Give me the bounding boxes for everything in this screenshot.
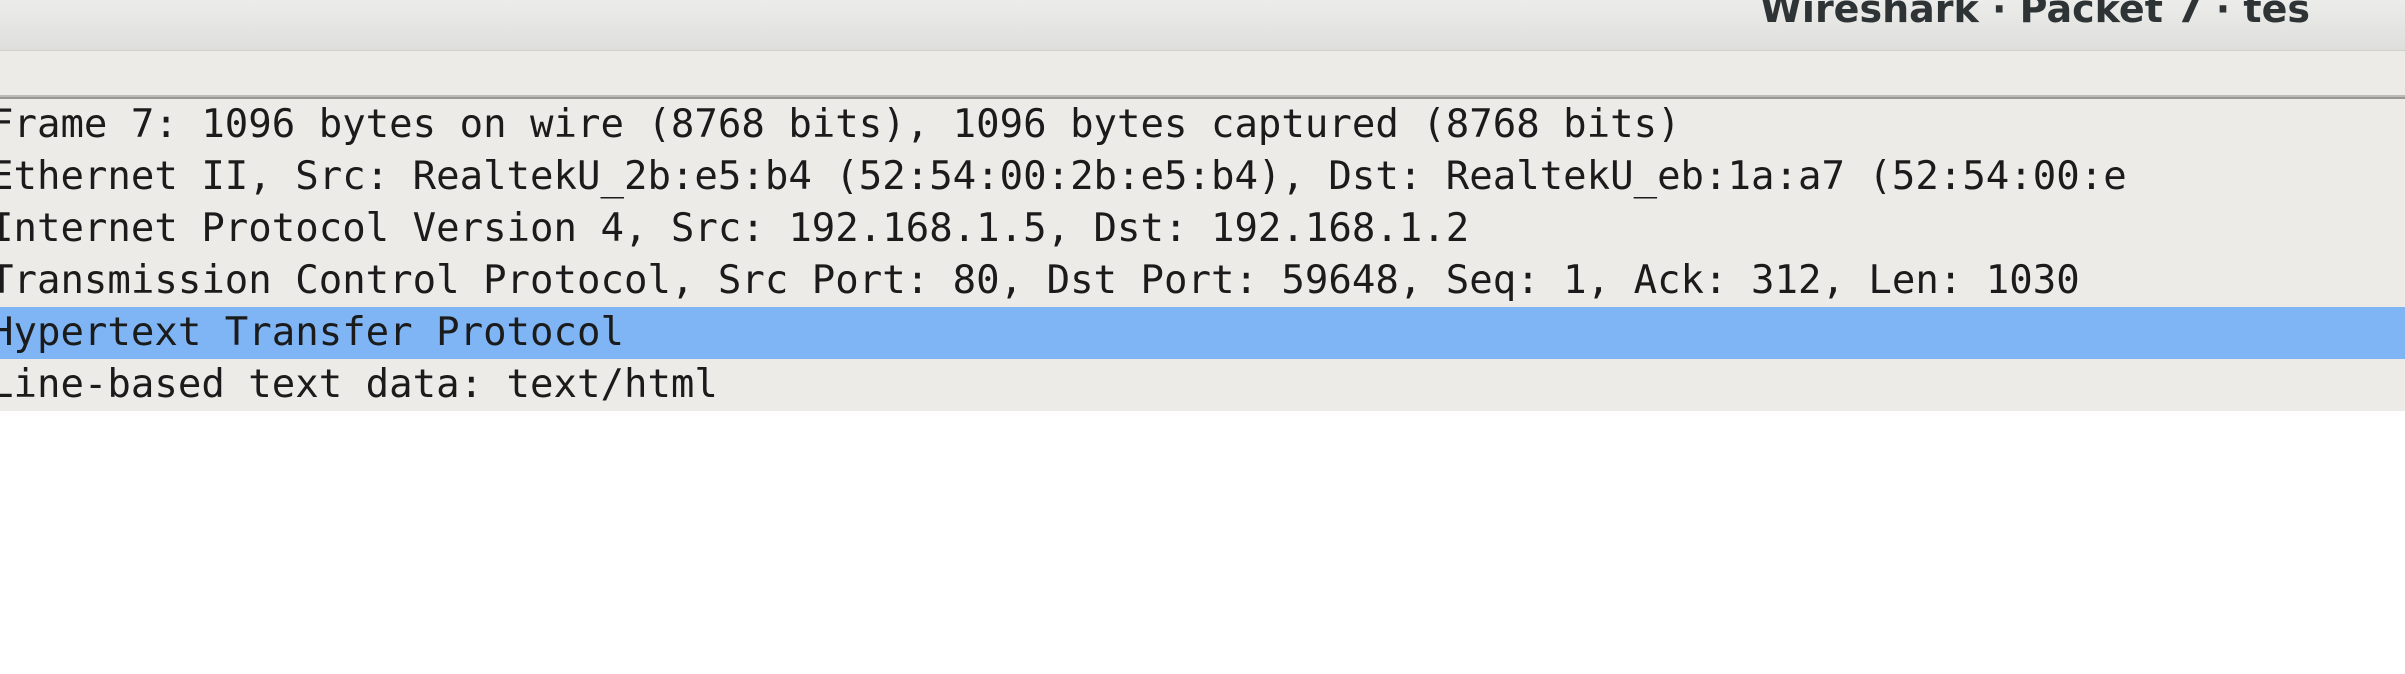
packet-detail-tree: Frame 7: 1096 bytes on wire (8768 bits),… (0, 97, 2405, 411)
window-title: Wireshark · Packet 7 · tes (1760, 0, 2310, 31)
packet-detail-pane: Frame 7: 1096 bytes on wire (8768 bits),… (0, 97, 2405, 674)
tree-item-label: Hypertext Transfer Protocol (0, 310, 624, 355)
tree-item-text-data[interactable]: Line-based text data: text/html (0, 359, 2405, 411)
tree-item-label: Frame 7: 1096 bytes on wire (8768 bits),… (0, 102, 1681, 147)
tree-item-frame[interactable]: Frame 7: 1096 bytes on wire (8768 bits),… (0, 99, 2405, 151)
tree-item-tcp[interactable]: Transmission Control Protocol, Src Port:… (0, 255, 2405, 307)
tree-item-label: Internet Protocol Version 4, Src: 192.16… (0, 206, 1470, 251)
tree-item-ipv4[interactable]: Internet Protocol Version 4, Src: 192.16… (0, 203, 2405, 255)
tree-item-label: Transmission Control Protocol, Src Port:… (0, 258, 2080, 303)
toolbar (0, 51, 2405, 97)
packet-window: Wireshark · Packet 7 · tes Frame 7: 1096… (0, 0, 2405, 674)
tree-item-label: Ethernet II, Src: RealtekU_2b:e5:b4 (52:… (0, 154, 2127, 199)
tree-item-http[interactable]: Hypertext Transfer Protocol (0, 307, 2405, 359)
tree-item-ethernet[interactable]: Ethernet II, Src: RealtekU_2b:e5:b4 (52:… (0, 151, 2405, 203)
title-bar[interactable]: Wireshark · Packet 7 · tes (0, 0, 2405, 51)
tree-item-label: Line-based text data: text/html (0, 362, 718, 407)
